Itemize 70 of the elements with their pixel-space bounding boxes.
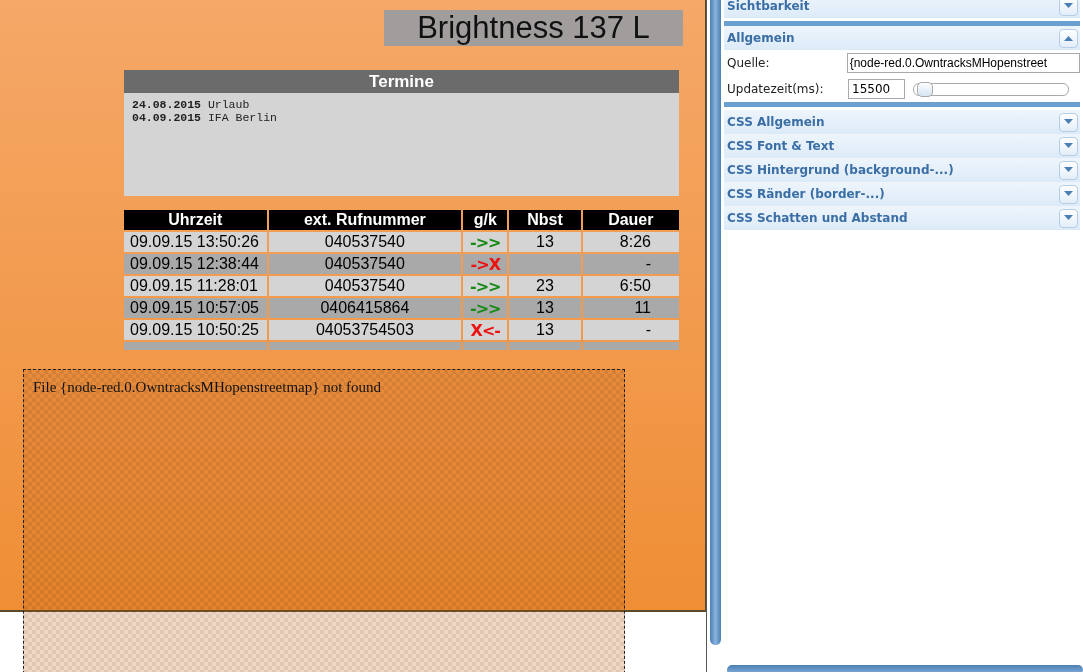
column-header: Dauer xyxy=(582,210,679,230)
caret-up-icon xyxy=(1064,35,1073,41)
section-title: CSS Hintergrund (background-...) xyxy=(727,163,954,177)
section-title: Sichtbarkeit xyxy=(727,0,810,13)
section-header[interactable]: CSS Schatten und Abstand xyxy=(724,206,1080,230)
error-message: File {node-red.0.OwntracksMHopenstreetmap} not found xyxy=(33,379,382,396)
call-direction: ->> xyxy=(470,298,501,318)
table-cell: 13 xyxy=(509,232,581,252)
table-cell: 09.09.15 13:50:26 xyxy=(124,232,267,252)
call-direction: ->X xyxy=(470,254,500,274)
table-cell: 6:50 xyxy=(582,276,679,296)
section-title: CSS Ränder (border-...) xyxy=(727,187,885,201)
table-cell: 09.09.15 10:50:25 xyxy=(124,320,267,340)
section-title: CSS Allgemein xyxy=(727,115,825,129)
toggle-button[interactable] xyxy=(1059,208,1078,228)
table-cell: 23 xyxy=(509,276,581,296)
caret-down-icon xyxy=(1064,215,1073,221)
section-header[interactable]: Sichtbarkeit xyxy=(724,0,1080,18)
slider-thumb[interactable] xyxy=(916,81,933,97)
section-header[interactable]: CSS Allgemein xyxy=(724,110,1080,134)
toggle-button[interactable] xyxy=(1059,184,1078,204)
table-cell: - xyxy=(582,320,679,340)
section-header[interactable]: CSS Hintergrund (background-...) xyxy=(724,158,1080,182)
table-cell: 040537540 xyxy=(268,276,462,296)
toggle-button[interactable] xyxy=(1059,136,1078,156)
section-header[interactable]: Allgemein xyxy=(724,26,1080,50)
section-title: CSS Schatten und Abstand xyxy=(727,211,908,225)
table-cell: 040537540 xyxy=(268,254,462,274)
caret-down-icon xyxy=(1064,167,1073,173)
table-cell: 8:26 xyxy=(582,232,679,252)
input-field[interactable]: 15500 xyxy=(848,79,905,99)
table-cell: 04053754503 xyxy=(268,320,462,340)
table-cell: 0406415864 xyxy=(268,298,462,318)
field-label: Updatezeit(ms): xyxy=(727,82,825,96)
section-title: CSS Font & Text xyxy=(727,139,835,153)
appointment-entry: 24.08.2015 Urlaub xyxy=(132,98,251,111)
caret-down-icon xyxy=(1064,143,1073,149)
call-direction: X<- xyxy=(470,320,500,340)
section-header[interactable]: CSS Ränder (border-...) xyxy=(724,182,1080,206)
caret-down-icon xyxy=(1064,191,1073,197)
toggle-button[interactable] xyxy=(1059,0,1078,16)
call-direction: ->> xyxy=(470,276,501,296)
field-label: Quelle: xyxy=(727,56,771,70)
toggle-button[interactable] xyxy=(1059,28,1078,48)
table-cell: 13 xyxy=(509,298,581,318)
table-cell: 09.09.15 11:28:01 xyxy=(124,276,267,296)
appointments-title: Termine xyxy=(124,70,679,93)
table-cell: 09.09.15 12:38:44 xyxy=(124,254,267,274)
input-field[interactable]: {node-red.0.OwntracksMHopenstreet xyxy=(846,53,1080,73)
column-header: Nbst xyxy=(509,210,581,230)
section-title: Allgemein xyxy=(727,31,795,45)
table-cell: 040537540 xyxy=(268,232,462,252)
column-header: Uhrzeit xyxy=(124,210,267,230)
scrollbar[interactable] xyxy=(710,0,721,645)
call-direction: ->> xyxy=(470,232,501,252)
scrollbar[interactable] xyxy=(727,665,1083,672)
table-cell: 13 xyxy=(509,320,581,340)
caret-down-icon xyxy=(1064,3,1073,9)
column-header: g/k xyxy=(463,210,508,230)
caret-down-icon xyxy=(1064,119,1073,125)
appointment-entry: 04.09.2015 IFA Berlin xyxy=(132,111,278,124)
toggle-button[interactable] xyxy=(1059,112,1078,132)
table-cell: 11 xyxy=(582,298,679,318)
column-header: ext. Rufnummer xyxy=(268,210,462,230)
slider-track[interactable] xyxy=(913,82,1069,96)
brightness-widget: Brightness 137 L xyxy=(384,10,683,46)
table-cell: - xyxy=(582,254,679,274)
table-cell: 09.09.15 10:57:05 xyxy=(124,298,267,318)
section-header[interactable]: CSS Font & Text xyxy=(724,134,1080,158)
toggle-button[interactable] xyxy=(1059,160,1078,180)
